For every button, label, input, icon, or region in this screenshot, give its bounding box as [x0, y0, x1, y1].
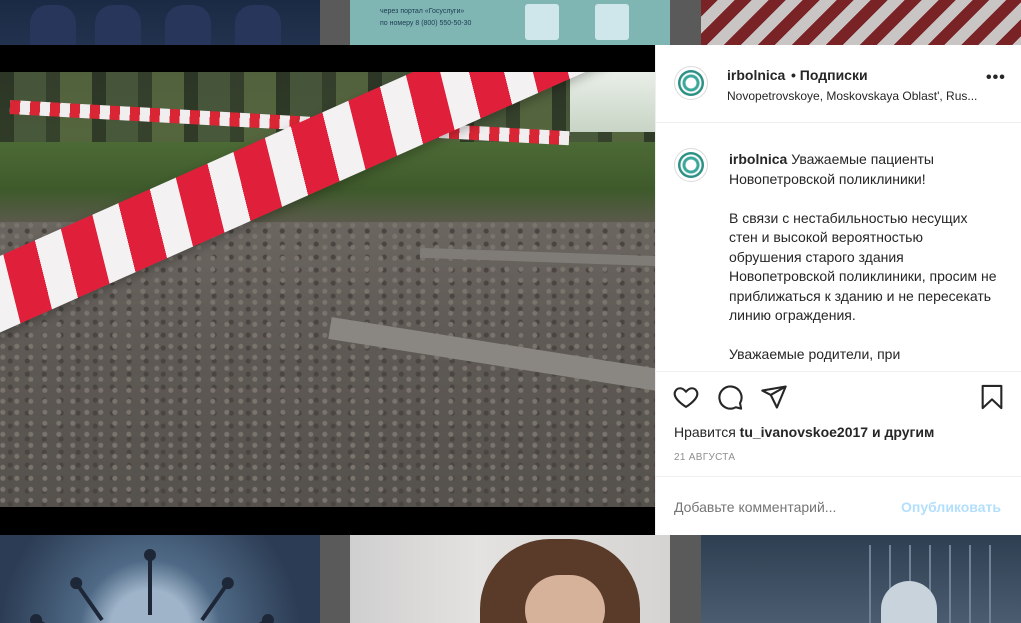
grid-tile-top-left[interactable]	[0, 0, 320, 45]
bookmark-icon[interactable]	[978, 383, 1006, 411]
comment-form: Опубликовать	[656, 476, 1021, 535]
grid-tile-bottom-right[interactable]	[701, 535, 1021, 623]
heart-icon[interactable]	[672, 383, 700, 411]
tile-text-line: по номеру 8 (800) 550-50-30	[380, 20, 472, 27]
post-photo	[0, 72, 655, 507]
more-options-icon[interactable]: •••	[986, 69, 1006, 87]
grid-tile-bottom-left[interactable]	[0, 535, 320, 623]
post-details-panel: irbolnica • Подписки Novopetrovskoye, Mo…	[655, 45, 1021, 535]
caption-body: Уважаемые пациенты Новопетровской поликл…	[729, 151, 997, 362]
grid-tile-top-right[interactable]	[701, 0, 1021, 45]
clinic-logo-icon	[678, 152, 704, 178]
comment-input[interactable]	[674, 499, 884, 515]
clinic-logo-icon	[678, 70, 704, 96]
username-link[interactable]: irbolnica	[727, 67, 785, 83]
grid-tile-bottom-middle[interactable]	[350, 535, 670, 623]
following-button[interactable]: • Подписки	[791, 67, 868, 83]
liker-username-link[interactable]: tu_ivanovskoe2017	[740, 424, 868, 440]
location-link[interactable]: Novopetrovskoye, Moskovskaya Oblast', Ru…	[727, 89, 999, 103]
caption-username-link[interactable]: irbolnica	[729, 151, 787, 167]
tile-text-line: через портал «Госуслуги»	[380, 8, 465, 15]
caption-text: irbolnica Уважаемые пациенты Новопетровс…	[729, 150, 997, 365]
likes-summary: Нравится tu_ivanovskoe2017 и другим	[674, 424, 935, 440]
avatar[interactable]	[674, 148, 708, 182]
publish-button[interactable]: Опубликовать	[901, 499, 1001, 515]
grid-tile-top-middle[interactable]: через портал «Госуслуги» по номеру 8 (80…	[350, 0, 670, 45]
post-date[interactable]: 21 АВГУСТА	[674, 452, 735, 463]
post-header: irbolnica • Подписки Novopetrovskoye, Mo…	[656, 45, 1021, 123]
comment-icon[interactable]	[716, 383, 744, 411]
post-caption: irbolnica Уважаемые пациенты Новопетровс…	[656, 123, 1021, 371]
avatar[interactable]	[674, 66, 708, 100]
share-icon[interactable]	[760, 383, 788, 411]
post-media[interactable]	[0, 45, 655, 535]
likes-others-link[interactable]: и другим	[868, 424, 934, 440]
